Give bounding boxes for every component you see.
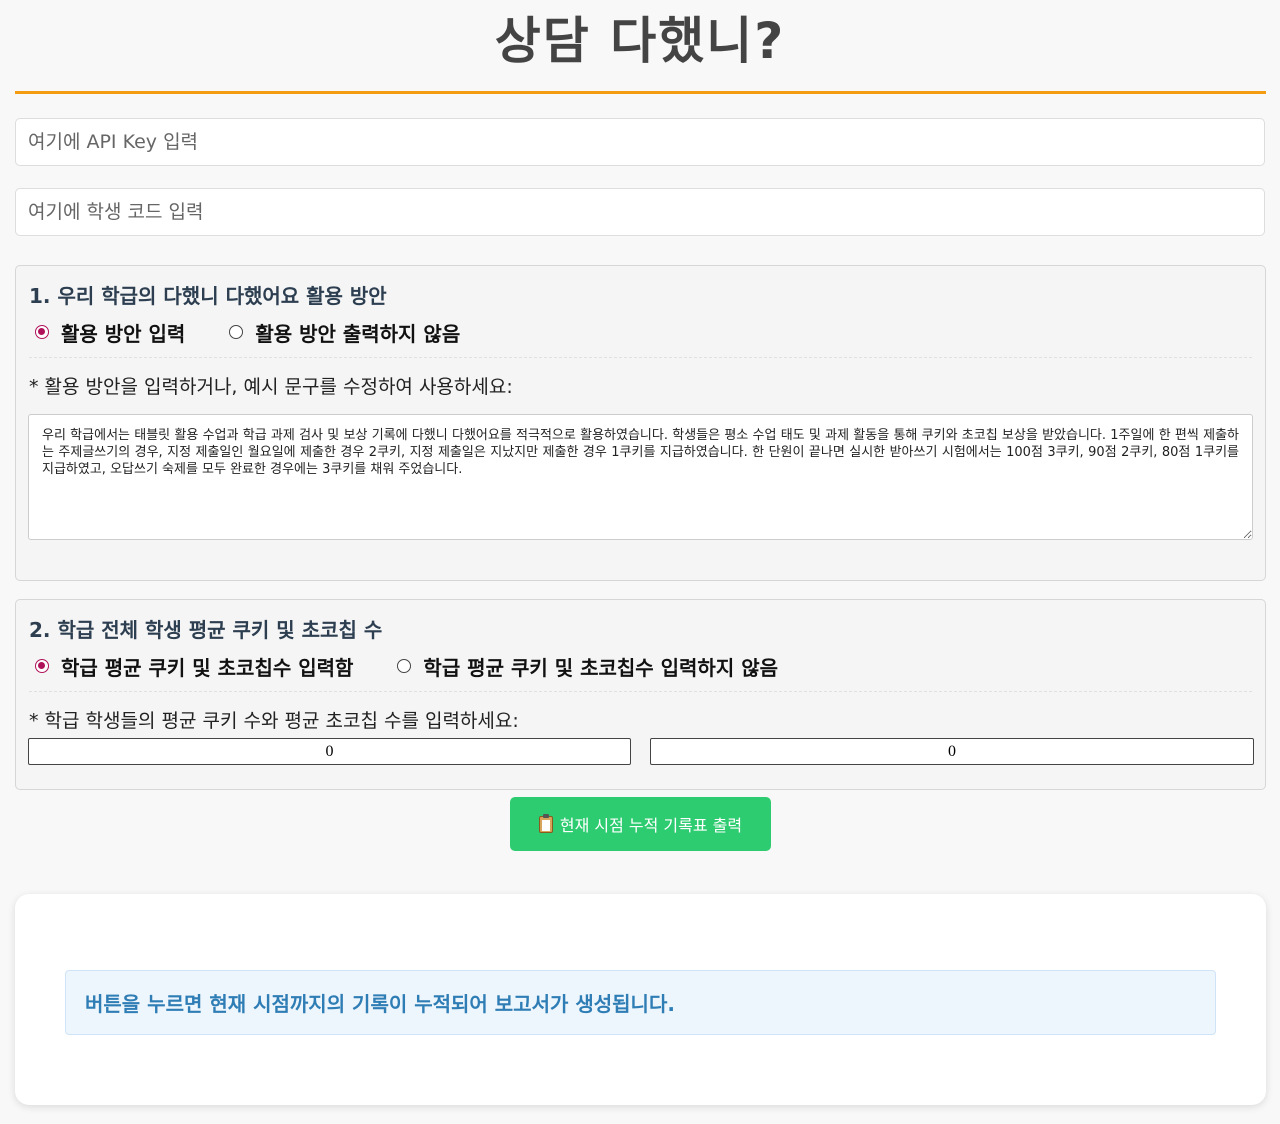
instruction-text: * 활용 방안을 입력하거나, 예시 문구를 수정하여 사용하세요:: [29, 376, 513, 398]
divider: [29, 357, 1252, 358]
report-output-card: 버튼을 누르면 현재 시점까지의 기록이 누적되어 보고서가 생성됩니다.: [15, 894, 1266, 1105]
radio-average-hide[interactable]: 학급 평균 쿠키 및 초코칩수 입력하지 않음: [391, 652, 778, 681]
radio-label: 학급 평균 쿠키 및 초코칩수 입력함: [61, 655, 354, 680]
average-chocochip-input[interactable]: [650, 738, 1254, 765]
instruction-text: * 학급 학생들의 평균 쿠키 수와 평균 초코칩 수를 입력하세요:: [29, 710, 519, 732]
print-report-button[interactable]: 현재 시점 누적 기록표 출력: [510, 797, 771, 851]
title-underline: [15, 91, 1266, 94]
radio-label: 활용 방안 입력: [61, 321, 186, 346]
info-message-box: 버튼을 누르면 현재 시점까지의 기록이 누적되어 보고서가 생성됩니다.: [65, 970, 1216, 1035]
student-code-input[interactable]: [15, 188, 1265, 236]
radio-label: 활용 방안 출력하지 않음: [255, 321, 461, 346]
usage-plan-panel: 1. 우리 학급의 다했니 다했어요 활용 방안 활용 방안 입력 활용 방안 …: [15, 265, 1266, 581]
average-stats-panel: 2. 학급 전체 학생 평균 쿠키 및 초코칩 수 학급 평균 쿠키 및 초코칩…: [15, 599, 1266, 790]
radio-checked-icon[interactable]: [35, 659, 49, 673]
radio-usage-plan-input[interactable]: 활용 방안 입력: [29, 318, 185, 347]
radio-label: 학급 평균 쿠키 및 초코칩수 입력하지 않음: [423, 655, 778, 680]
radio-average-input[interactable]: 학급 평균 쿠키 및 초코칩수 입력함: [29, 652, 353, 681]
section-title: 2. 학급 전체 학생 평균 쿠키 및 초코칩 수: [29, 618, 383, 642]
average-cookie-input[interactable]: [28, 738, 631, 765]
radio-unchecked-icon[interactable]: [397, 659, 412, 673]
radio-checked-icon[interactable]: [35, 325, 49, 339]
api-key-input[interactable]: [15, 118, 1265, 166]
clipboard-icon: [538, 813, 553, 833]
radio-usage-plan-hide[interactable]: 활용 방안 출력하지 않음: [223, 318, 460, 347]
divider: [29, 691, 1252, 692]
page-title: 상담 다했니?: [494, 12, 786, 70]
radio-unchecked-icon[interactable]: [229, 325, 244, 339]
info-message: 버튼을 누르면 현재 시점까지의 기록이 누적되어 보고서가 생성됩니다.: [85, 992, 675, 1016]
print-button-label: 현재 시점 누적 기록표 출력: [559, 816, 743, 835]
usage-plan-textarea[interactable]: 우리 학급에서는 태블릿 활용 수업과 학급 과제 검사 및 보상 기록에 다했…: [28, 414, 1253, 540]
section-title: 1. 우리 학급의 다했니 다했어요 활용 방안: [29, 284, 387, 308]
average-radio-group: 학급 평균 쿠키 및 초코칩수 입력함 학급 평균 쿠키 및 초코칩수 입력하지…: [29, 651, 816, 681]
usage-plan-radio-group: 활용 방안 입력 활용 방안 출력하지 않음: [29, 317, 498, 347]
